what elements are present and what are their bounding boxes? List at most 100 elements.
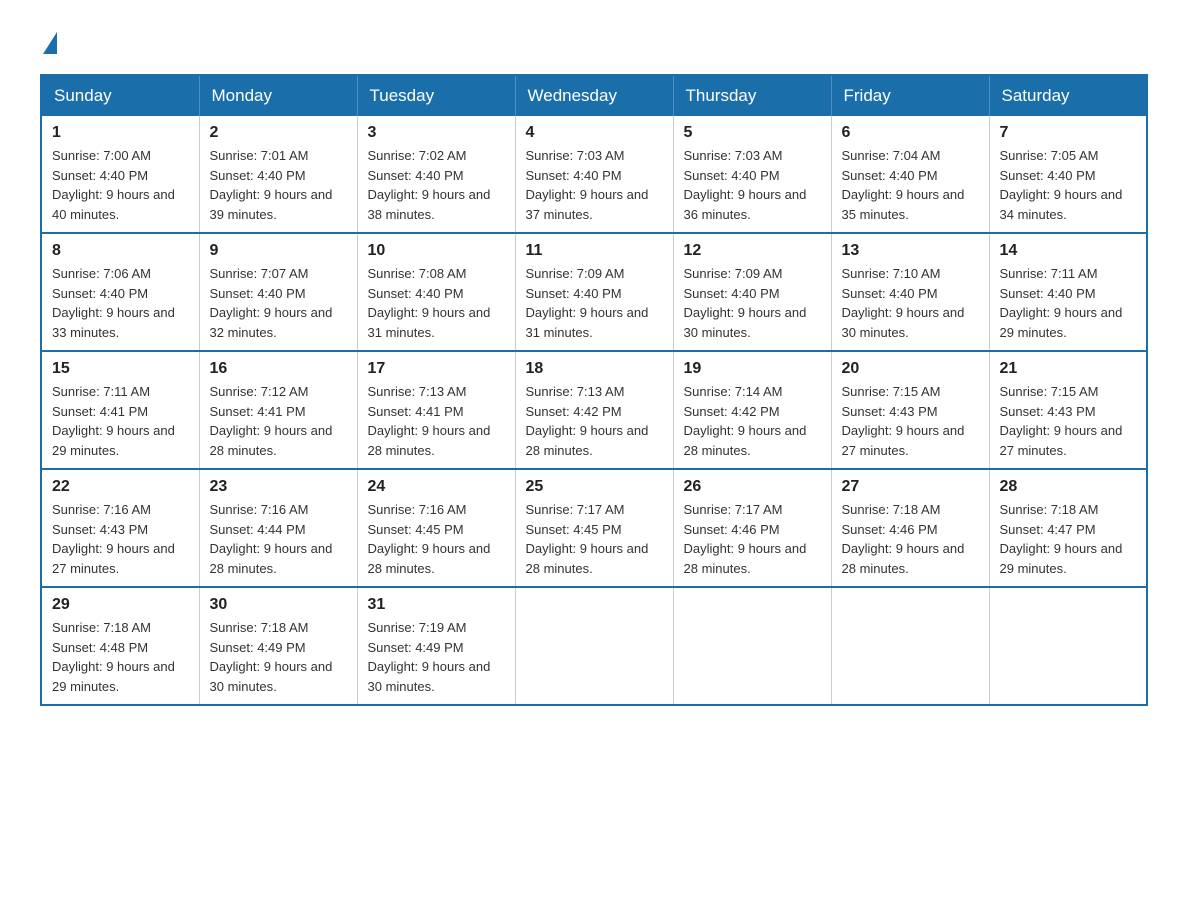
day-cell: 4 Sunrise: 7:03 AMSunset: 4:40 PMDayligh… [515, 116, 673, 233]
day-info: Sunrise: 7:16 AMSunset: 4:44 PMDaylight:… [210, 502, 333, 576]
day-info: Sunrise: 7:09 AMSunset: 4:40 PMDaylight:… [684, 266, 807, 340]
day-number: 20 [842, 360, 979, 378]
day-info: Sunrise: 7:15 AMSunset: 4:43 PMDaylight:… [1000, 384, 1123, 458]
day-info: Sunrise: 7:11 AMSunset: 4:41 PMDaylight:… [52, 384, 175, 458]
day-number: 24 [368, 478, 505, 496]
day-info: Sunrise: 7:13 AMSunset: 4:41 PMDaylight:… [368, 384, 491, 458]
day-cell: 20 Sunrise: 7:15 AMSunset: 4:43 PMDaylig… [831, 351, 989, 469]
header-monday: Monday [199, 75, 357, 116]
day-info: Sunrise: 7:04 AMSunset: 4:40 PMDaylight:… [842, 148, 965, 222]
day-cell: 11 Sunrise: 7:09 AMSunset: 4:40 PMDaylig… [515, 233, 673, 351]
day-number: 1 [52, 124, 189, 142]
day-cell: 23 Sunrise: 7:16 AMSunset: 4:44 PMDaylig… [199, 469, 357, 587]
day-cell [673, 587, 831, 705]
day-info: Sunrise: 7:16 AMSunset: 4:43 PMDaylight:… [52, 502, 175, 576]
day-number: 21 [1000, 360, 1137, 378]
day-info: Sunrise: 7:08 AMSunset: 4:40 PMDaylight:… [368, 266, 491, 340]
day-cell: 3 Sunrise: 7:02 AMSunset: 4:40 PMDayligh… [357, 116, 515, 233]
calendar-header-row: SundayMondayTuesdayWednesdayThursdayFrid… [41, 75, 1147, 116]
day-info: Sunrise: 7:06 AMSunset: 4:40 PMDaylight:… [52, 266, 175, 340]
header-wednesday: Wednesday [515, 75, 673, 116]
day-number: 8 [52, 242, 189, 260]
day-cell: 13 Sunrise: 7:10 AMSunset: 4:40 PMDaylig… [831, 233, 989, 351]
day-cell: 1 Sunrise: 7:00 AMSunset: 4:40 PMDayligh… [41, 116, 199, 233]
week-row-2: 8 Sunrise: 7:06 AMSunset: 4:40 PMDayligh… [41, 233, 1147, 351]
day-info: Sunrise: 7:09 AMSunset: 4:40 PMDaylight:… [526, 266, 649, 340]
day-cell: 26 Sunrise: 7:17 AMSunset: 4:46 PMDaylig… [673, 469, 831, 587]
header-friday: Friday [831, 75, 989, 116]
day-cell: 25 Sunrise: 7:17 AMSunset: 4:45 PMDaylig… [515, 469, 673, 587]
logo [40, 30, 57, 54]
day-info: Sunrise: 7:12 AMSunset: 4:41 PMDaylight:… [210, 384, 333, 458]
day-info: Sunrise: 7:18 AMSunset: 4:47 PMDaylight:… [1000, 502, 1123, 576]
day-cell [515, 587, 673, 705]
day-number: 25 [526, 478, 663, 496]
day-cell: 31 Sunrise: 7:19 AMSunset: 4:49 PMDaylig… [357, 587, 515, 705]
calendar-table: SundayMondayTuesdayWednesdayThursdayFrid… [40, 74, 1148, 706]
day-info: Sunrise: 7:15 AMSunset: 4:43 PMDaylight:… [842, 384, 965, 458]
day-number: 4 [526, 124, 663, 142]
day-info: Sunrise: 7:17 AMSunset: 4:45 PMDaylight:… [526, 502, 649, 576]
day-info: Sunrise: 7:11 AMSunset: 4:40 PMDaylight:… [1000, 266, 1123, 340]
day-number: 22 [52, 478, 189, 496]
day-info: Sunrise: 7:10 AMSunset: 4:40 PMDaylight:… [842, 266, 965, 340]
day-cell: 5 Sunrise: 7:03 AMSunset: 4:40 PMDayligh… [673, 116, 831, 233]
day-number: 14 [1000, 242, 1137, 260]
day-cell: 7 Sunrise: 7:05 AMSunset: 4:40 PMDayligh… [989, 116, 1147, 233]
header-thursday: Thursday [673, 75, 831, 116]
week-row-1: 1 Sunrise: 7:00 AMSunset: 4:40 PMDayligh… [41, 116, 1147, 233]
day-info: Sunrise: 7:18 AMSunset: 4:49 PMDaylight:… [210, 620, 333, 694]
day-number: 7 [1000, 124, 1137, 142]
day-info: Sunrise: 7:18 AMSunset: 4:46 PMDaylight:… [842, 502, 965, 576]
day-cell: 17 Sunrise: 7:13 AMSunset: 4:41 PMDaylig… [357, 351, 515, 469]
day-number: 28 [1000, 478, 1137, 496]
day-info: Sunrise: 7:03 AMSunset: 4:40 PMDaylight:… [526, 148, 649, 222]
day-number: 19 [684, 360, 821, 378]
day-number: 23 [210, 478, 347, 496]
day-cell: 15 Sunrise: 7:11 AMSunset: 4:41 PMDaylig… [41, 351, 199, 469]
day-cell: 16 Sunrise: 7:12 AMSunset: 4:41 PMDaylig… [199, 351, 357, 469]
day-cell [989, 587, 1147, 705]
day-info: Sunrise: 7:18 AMSunset: 4:48 PMDaylight:… [52, 620, 175, 694]
day-number: 27 [842, 478, 979, 496]
day-info: Sunrise: 7:02 AMSunset: 4:40 PMDaylight:… [368, 148, 491, 222]
day-cell: 6 Sunrise: 7:04 AMSunset: 4:40 PMDayligh… [831, 116, 989, 233]
day-number: 31 [368, 596, 505, 614]
day-cell: 21 Sunrise: 7:15 AMSunset: 4:43 PMDaylig… [989, 351, 1147, 469]
day-number: 18 [526, 360, 663, 378]
day-cell: 10 Sunrise: 7:08 AMSunset: 4:40 PMDaylig… [357, 233, 515, 351]
day-cell [831, 587, 989, 705]
day-info: Sunrise: 7:13 AMSunset: 4:42 PMDaylight:… [526, 384, 649, 458]
day-number: 30 [210, 596, 347, 614]
day-info: Sunrise: 7:00 AMSunset: 4:40 PMDaylight:… [52, 148, 175, 222]
header-saturday: Saturday [989, 75, 1147, 116]
day-cell: 14 Sunrise: 7:11 AMSunset: 4:40 PMDaylig… [989, 233, 1147, 351]
logo-triangle-icon [43, 32, 57, 54]
day-cell: 19 Sunrise: 7:14 AMSunset: 4:42 PMDaylig… [673, 351, 831, 469]
day-number: 10 [368, 242, 505, 260]
day-number: 6 [842, 124, 979, 142]
day-cell: 30 Sunrise: 7:18 AMSunset: 4:49 PMDaylig… [199, 587, 357, 705]
day-cell: 24 Sunrise: 7:16 AMSunset: 4:45 PMDaylig… [357, 469, 515, 587]
day-number: 29 [52, 596, 189, 614]
day-cell: 27 Sunrise: 7:18 AMSunset: 4:46 PMDaylig… [831, 469, 989, 587]
day-info: Sunrise: 7:17 AMSunset: 4:46 PMDaylight:… [684, 502, 807, 576]
day-number: 11 [526, 242, 663, 260]
day-info: Sunrise: 7:05 AMSunset: 4:40 PMDaylight:… [1000, 148, 1123, 222]
day-cell: 28 Sunrise: 7:18 AMSunset: 4:47 PMDaylig… [989, 469, 1147, 587]
day-info: Sunrise: 7:07 AMSunset: 4:40 PMDaylight:… [210, 266, 333, 340]
week-row-3: 15 Sunrise: 7:11 AMSunset: 4:41 PMDaylig… [41, 351, 1147, 469]
day-cell: 9 Sunrise: 7:07 AMSunset: 4:40 PMDayligh… [199, 233, 357, 351]
day-number: 12 [684, 242, 821, 260]
day-number: 26 [684, 478, 821, 496]
day-number: 17 [368, 360, 505, 378]
day-number: 2 [210, 124, 347, 142]
day-info: Sunrise: 7:01 AMSunset: 4:40 PMDaylight:… [210, 148, 333, 222]
day-cell: 29 Sunrise: 7:18 AMSunset: 4:48 PMDaylig… [41, 587, 199, 705]
day-number: 9 [210, 242, 347, 260]
day-number: 3 [368, 124, 505, 142]
day-cell: 12 Sunrise: 7:09 AMSunset: 4:40 PMDaylig… [673, 233, 831, 351]
day-info: Sunrise: 7:16 AMSunset: 4:45 PMDaylight:… [368, 502, 491, 576]
week-row-5: 29 Sunrise: 7:18 AMSunset: 4:48 PMDaylig… [41, 587, 1147, 705]
page-header [40, 30, 1148, 54]
